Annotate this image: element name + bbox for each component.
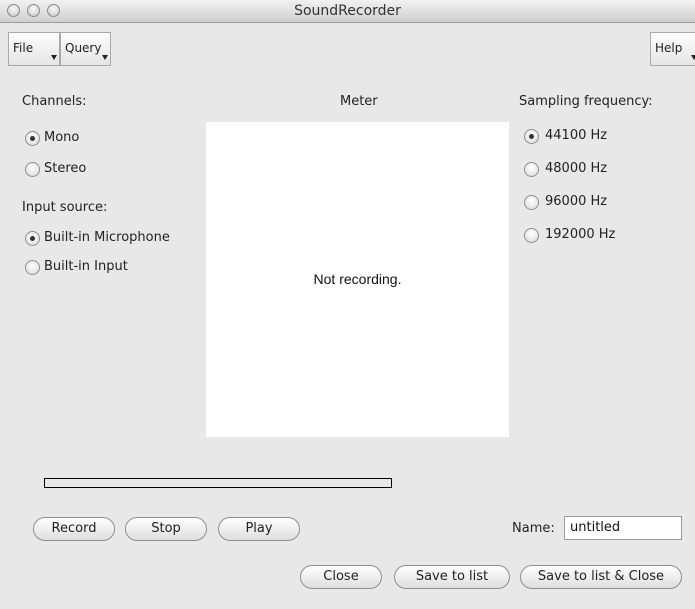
window-title: SoundRecorder bbox=[294, 3, 401, 19]
44100-hz-radio[interactable] bbox=[524, 129, 539, 144]
mono-label[interactable]: Mono bbox=[44, 130, 79, 145]
96000-hz-label[interactable]: 96000 Hz bbox=[545, 194, 607, 209]
48000-hz-label[interactable]: 48000 Hz bbox=[545, 161, 607, 176]
stop-button[interactable]: Stop bbox=[125, 517, 207, 541]
file-menu-button[interactable]: File bbox=[8, 32, 60, 66]
meter-label: Meter bbox=[340, 94, 378, 109]
built-in-input-radio[interactable] bbox=[25, 260, 40, 275]
96000-hz-radio[interactable] bbox=[524, 195, 539, 210]
built-in-microphone-radio[interactable] bbox=[25, 231, 40, 246]
built-in-input-label[interactable]: Built-in Input bbox=[44, 259, 128, 274]
name-field[interactable]: untitled bbox=[564, 516, 682, 540]
44100-hz-label[interactable]: 44100 Hz bbox=[545, 128, 607, 143]
chevron-down-icon bbox=[691, 55, 695, 60]
title-bar: SoundRecorder bbox=[0, 0, 695, 23]
input-source-label: Input source: bbox=[22, 200, 108, 215]
query-menu-button[interactable]: Query bbox=[60, 32, 111, 66]
192000-hz-label[interactable]: 192000 Hz bbox=[545, 227, 615, 242]
name-label: Name: bbox=[512, 521, 555, 536]
sampling-frequency-label: Sampling frequency: bbox=[519, 94, 653, 109]
meter-panel: Not recording. bbox=[206, 122, 509, 437]
query-menu-label: Query bbox=[65, 41, 102, 55]
stereo-radio[interactable] bbox=[25, 162, 40, 177]
recording-progress-bar bbox=[44, 478, 392, 488]
save-to-list-and-close-button[interactable]: Save to list & Close bbox=[520, 565, 682, 589]
file-menu-label: File bbox=[13, 41, 34, 55]
channels-label: Channels: bbox=[22, 94, 87, 109]
minimize-window-icon[interactable] bbox=[27, 4, 40, 17]
close-window-icon[interactable] bbox=[7, 4, 20, 17]
192000-hz-radio[interactable] bbox=[524, 228, 539, 243]
stereo-label[interactable]: Stereo bbox=[44, 161, 86, 176]
save-to-list-button[interactable]: Save to list bbox=[394, 565, 510, 589]
recording-status: Not recording. bbox=[313, 271, 402, 287]
help-menu-button[interactable]: Help bbox=[650, 32, 695, 66]
mono-radio[interactable] bbox=[25, 131, 40, 146]
chevron-down-icon bbox=[102, 55, 108, 60]
record-button[interactable]: Record bbox=[33, 517, 115, 541]
48000-hz-radio[interactable] bbox=[524, 162, 539, 177]
built-in-microphone-label[interactable]: Built-in Microphone bbox=[44, 230, 170, 245]
play-button[interactable]: Play bbox=[218, 517, 300, 541]
close-button[interactable]: Close bbox=[300, 565, 382, 589]
help-menu-label: Help bbox=[655, 41, 683, 55]
zoom-window-icon[interactable] bbox=[47, 4, 60, 17]
chevron-down-icon bbox=[51, 55, 57, 60]
